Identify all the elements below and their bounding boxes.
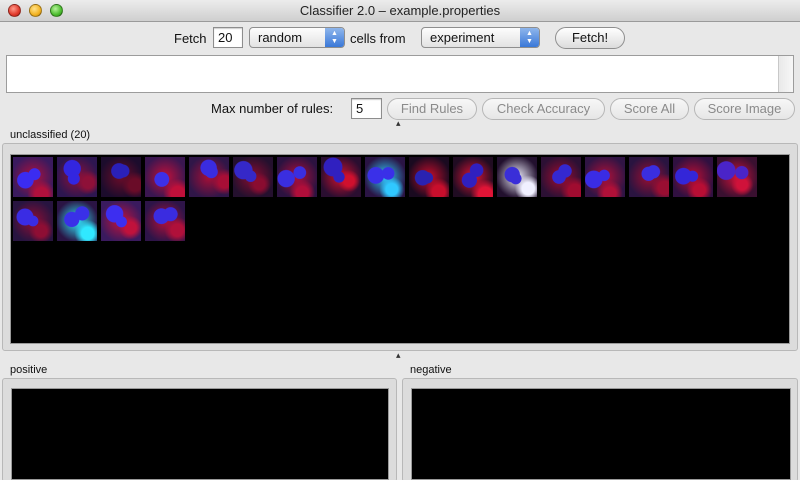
cell-thumbnail[interactable] <box>101 157 141 197</box>
fetch-source-select[interactable]: experiment ▲ ▼ <box>421 27 540 48</box>
cell-thumbnail[interactable] <box>57 201 97 241</box>
max-rules-input[interactable]: 5 <box>351 98 382 119</box>
positive-bin-label: positive <box>10 364 48 376</box>
vertical-scrollbar[interactable] <box>778 56 793 92</box>
unclassified-bin[interactable] <box>10 154 790 344</box>
fetch-source-value: experiment <box>430 30 495 45</box>
unclassified-bin-label: unclassified (20) <box>10 129 91 141</box>
title-bar[interactable]: Classifier 2.0 – example.properties <box>0 0 800 22</box>
cell-thumbnail[interactable] <box>629 157 669 197</box>
window-title: Classifier 2.0 – example.properties <box>299 3 501 18</box>
cell-thumbnail[interactable] <box>673 157 713 197</box>
cell-thumbnail[interactable] <box>453 157 493 197</box>
cell-thumbnail[interactable] <box>145 157 185 197</box>
cell-thumbnail[interactable] <box>13 157 53 197</box>
fetch-toolbar: Fetch 20 random ▲ ▼ cells from experiment… <box>0 26 800 52</box>
score-all-button[interactable]: Score All <box>610 98 689 120</box>
score-image-button[interactable]: Score Image <box>694 98 795 120</box>
select-arrows-icon: ▲ ▼ <box>520 28 539 47</box>
negative-bin[interactable] <box>411 388 791 480</box>
select-arrows-icon: ▲ ▼ <box>325 28 344 47</box>
check-accuracy-button[interactable]: Check Accuracy <box>482 98 605 120</box>
cell-thumbnail[interactable] <box>277 157 317 197</box>
fetch-button[interactable]: Fetch! <box>555 27 625 49</box>
cell-thumbnail[interactable] <box>57 157 97 197</box>
cells-from-label: cells from <box>350 31 406 46</box>
splitter-handle-icon[interactable]: ▴ <box>396 118 401 129</box>
cell-thumbnail[interactable] <box>189 157 229 197</box>
cell-thumbnail[interactable] <box>541 157 581 197</box>
rules-text-area[interactable] <box>6 55 794 93</box>
fetch-count-input[interactable]: 20 <box>213 27 243 48</box>
cell-thumbnail[interactable] <box>233 157 273 197</box>
fetch-mode-select[interactable]: random ▲ ▼ <box>249 27 345 48</box>
cell-thumbnail[interactable] <box>717 157 757 197</box>
cell-thumbnail[interactable] <box>409 157 449 197</box>
cell-thumbnail[interactable] <box>321 157 361 197</box>
cell-thumbnail[interactable] <box>101 201 141 241</box>
positive-bin[interactable] <box>11 388 389 480</box>
cell-thumbnail[interactable] <box>497 157 537 197</box>
max-rules-label: Max number of rules: <box>211 101 334 116</box>
cell-thumbnail[interactable] <box>585 157 625 197</box>
fetch-label: Fetch <box>174 31 207 46</box>
fetch-mode-value: random <box>258 30 303 45</box>
splitter-handle-icon[interactable]: ▴ <box>396 350 401 361</box>
cell-thumbnail[interactable] <box>13 201 53 241</box>
find-rules-button[interactable]: Find Rules <box>387 98 477 120</box>
cell-thumbnail[interactable] <box>145 201 185 241</box>
cell-thumbnail[interactable] <box>365 157 405 197</box>
negative-bin-label: negative <box>410 364 452 376</box>
